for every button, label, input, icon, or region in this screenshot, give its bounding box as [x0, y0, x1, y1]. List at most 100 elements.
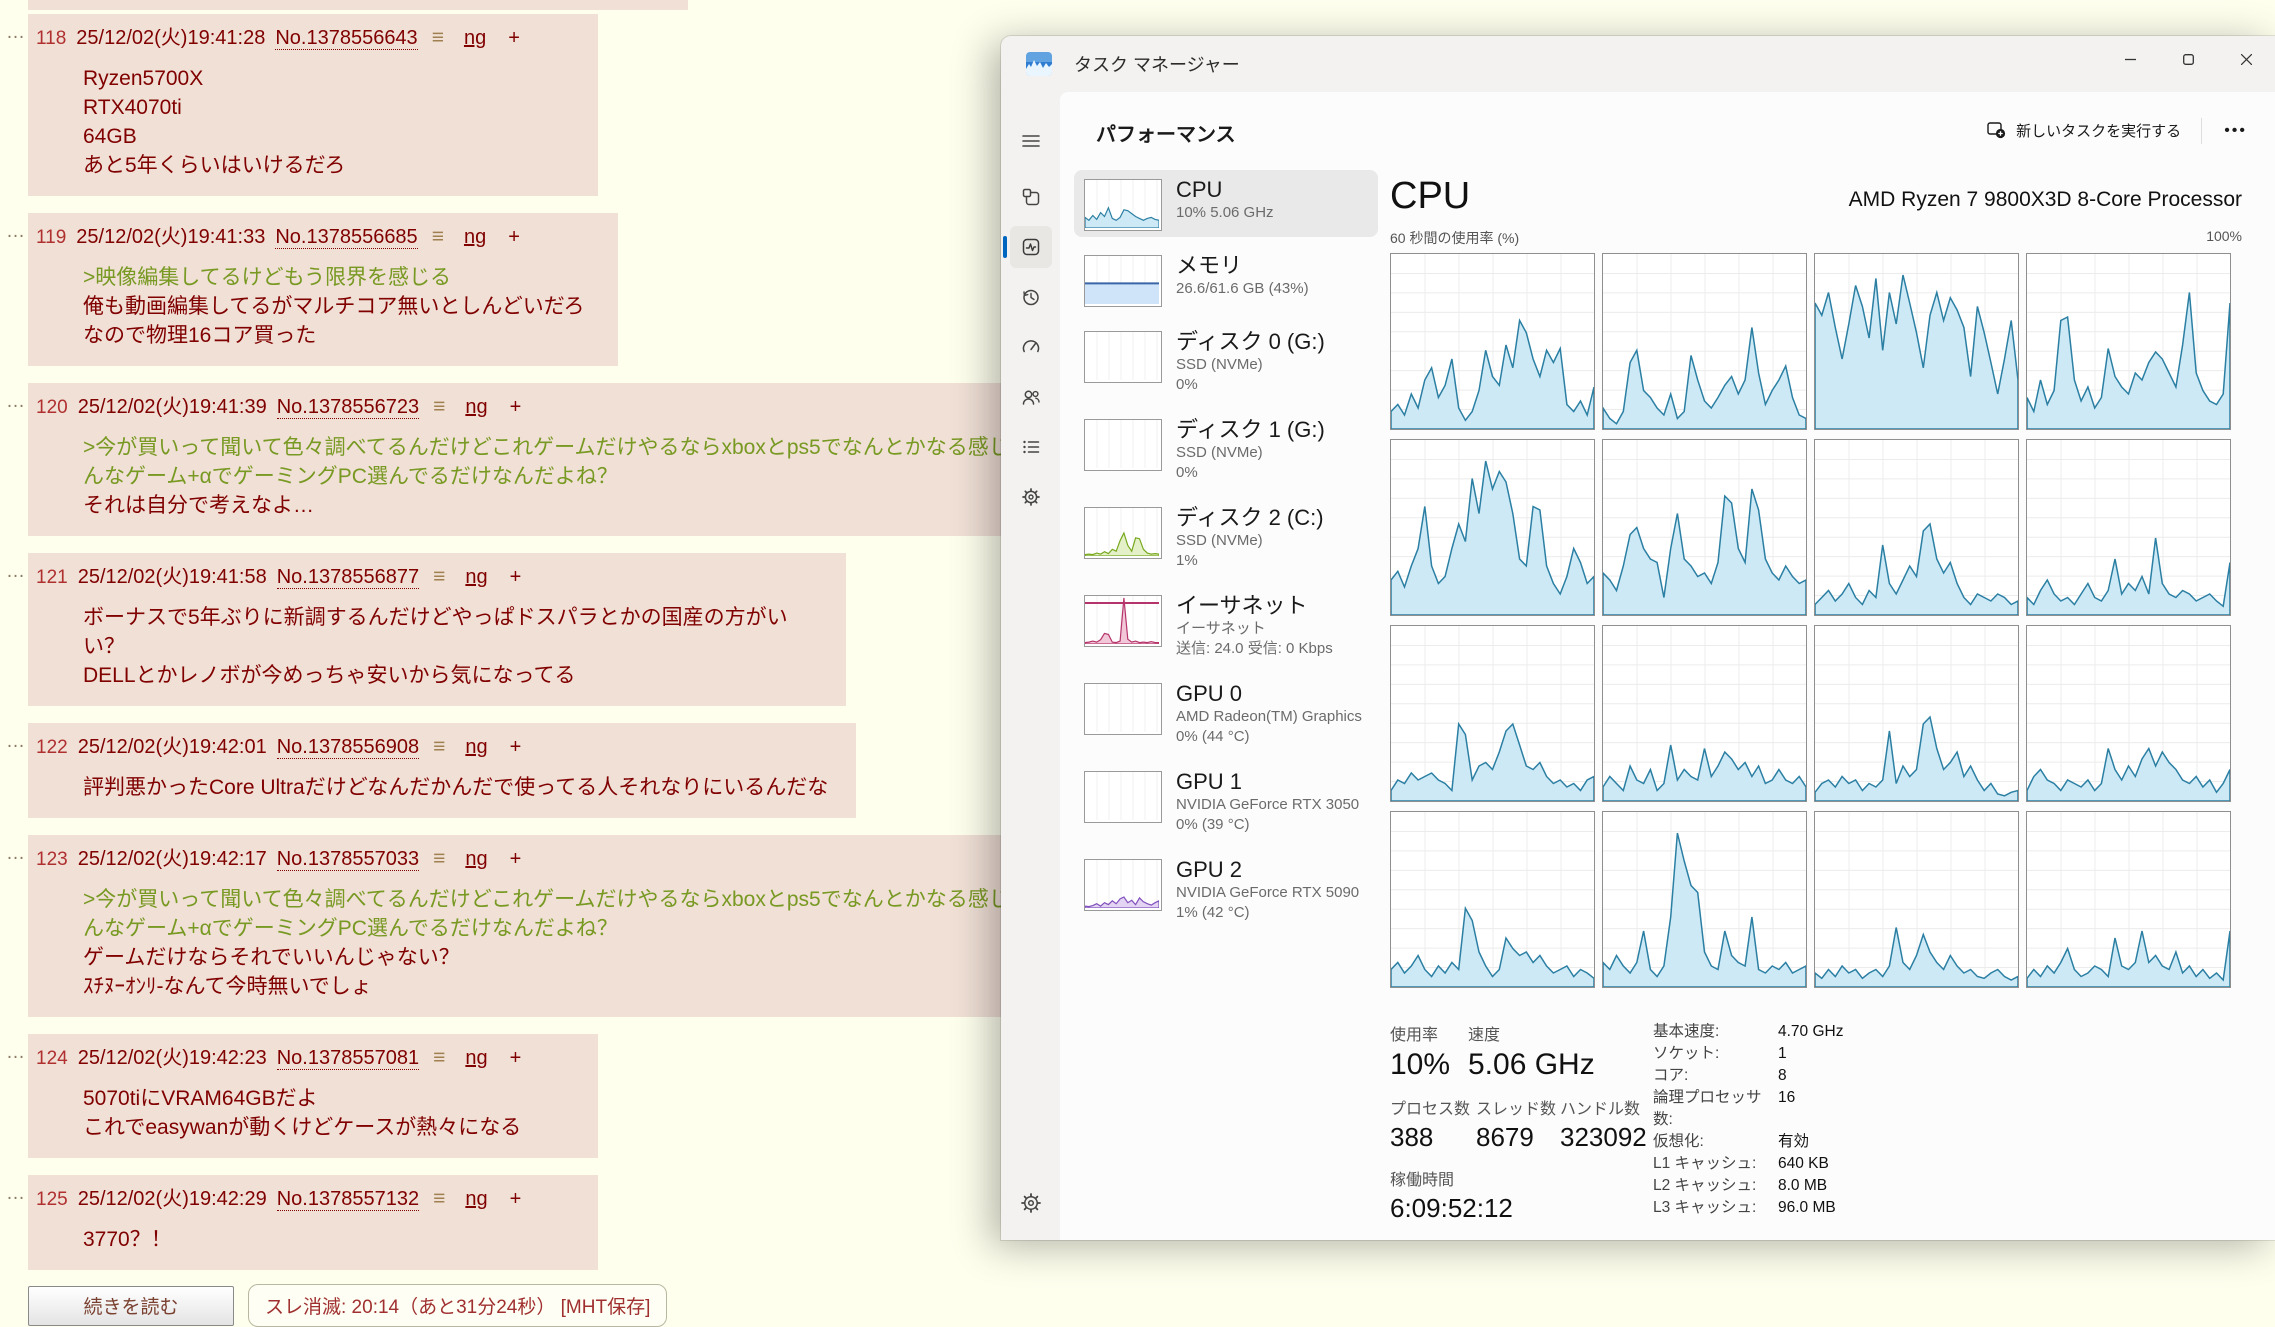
post-expand-link[interactable]: +	[508, 27, 520, 49]
post-header: 11925/12/02(火)19:41:33No.1378556685≡ng+	[36, 220, 600, 249]
post-no-link[interactable]: No.1378556908	[277, 736, 419, 759]
forum-post-118: …11825/12/02(火)19:41:28No.1378556643≡ng+…	[28, 14, 598, 196]
post-menu-dots[interactable]: …	[6, 391, 25, 413]
device-subtitle: 0% (44 °C)	[1176, 727, 1362, 747]
maximize-icon[interactable]	[2159, 36, 2217, 82]
post-no-link[interactable]: No.1378556643	[275, 27, 417, 50]
thread-expire-box: スレ消滅: 20:14（あと31分24秒） [MHT保存]	[248, 1284, 667, 1327]
previous-post-partial	[28, 0, 688, 10]
forum-post-124: …12425/12/02(火)19:42:23No.1378557081≡ng+…	[28, 1034, 598, 1158]
post-list-icon[interactable]: ≡	[433, 1046, 445, 1069]
post-list-icon[interactable]: ≡	[433, 847, 445, 870]
close-icon[interactable]	[2217, 36, 2275, 82]
post-no-link[interactable]: No.1378557132	[277, 1188, 419, 1211]
post-number: 121	[36, 567, 68, 588]
post-date: 25/12/02(火)19:42:17	[78, 848, 267, 870]
post-expand-link[interactable]: +	[510, 736, 522, 758]
axis-label-right: 100%	[2206, 228, 2242, 248]
post-ng-link[interactable]: ng	[465, 566, 487, 588]
post-menu-dots[interactable]: …	[6, 561, 25, 583]
post-ng-link[interactable]: ng	[465, 396, 487, 418]
post-list-icon[interactable]: ≡	[433, 565, 445, 588]
more-options-button[interactable]: •••	[2210, 116, 2261, 146]
post-body: Ryzen5700XRTX4070ti64GBあと5年くらいはいけるだろ	[83, 64, 580, 180]
post-number: 122	[36, 737, 68, 758]
post-list-icon[interactable]: ≡	[433, 1187, 445, 1210]
hamburger-menu-icon[interactable]	[1010, 120, 1052, 162]
device-item-メモリ[interactable]: メモリ26.6/61.6 GB (43%)	[1074, 246, 1378, 313]
device-item-ディスク-1-(g:)[interactable]: ディスク 1 (G:)SSD (NVMe)0%	[1074, 410, 1378, 489]
post-ng-link[interactable]: ng	[465, 1188, 487, 1210]
device-item-イーサネット[interactable]: イーサネットイーサネット送信: 24.0 受信: 0 Kbps	[1074, 586, 1378, 665]
run-new-task-button[interactable]: 新しいタスクを実行する	[1975, 112, 2193, 149]
device-subtitle: AMD Radeon(TM) Graphics	[1176, 707, 1362, 727]
post-menu-dots[interactable]: …	[6, 731, 25, 753]
post-date: 25/12/02(火)19:41:58	[78, 566, 267, 588]
minimize-icon[interactable]	[2101, 36, 2159, 82]
spec-value: 8	[1778, 1065, 1843, 1087]
device-item-gpu-0[interactable]: GPU 0AMD Radeon(TM) Graphics0% (44 °C)	[1074, 674, 1378, 753]
core-usage-graph-10	[1814, 625, 2019, 802]
per-core-usage-grid	[1390, 253, 2242, 988]
nav-app-history-icon[interactable]	[1010, 276, 1052, 318]
post-list-icon[interactable]: ≡	[433, 735, 445, 758]
post-expand-link[interactable]: +	[510, 1047, 522, 1069]
spec-value: 有効	[1778, 1131, 1843, 1153]
cpu-detail-panel: CPU AMD Ryzen 7 9800X3D 8-Core Processor…	[1390, 176, 2242, 1211]
post-text-line: Ryzen5700X	[83, 64, 580, 93]
post-list-icon[interactable]: ≡	[432, 26, 444, 49]
post-number: 124	[36, 1048, 68, 1069]
post-menu-dots[interactable]: …	[6, 843, 25, 865]
post-ng-link[interactable]: ng	[464, 27, 486, 49]
post-expand-link[interactable]: +	[510, 566, 522, 588]
spec-value: 640 KB	[1778, 1153, 1843, 1175]
device-item-ディスク-0-(g:)[interactable]: ディスク 0 (G:)SSD (NVMe)0%	[1074, 322, 1378, 401]
post-no-link[interactable]: No.1378556685	[275, 226, 417, 249]
post-ng-link[interactable]: ng	[464, 226, 486, 248]
read-more-button[interactable]: 続きを読む	[28, 1286, 234, 1326]
nav-services-icon[interactable]	[1010, 476, 1052, 518]
nav-performance-icon[interactable]	[1010, 226, 1052, 268]
nav-users-icon[interactable]	[1010, 376, 1052, 418]
device-thumbnail-chart	[1084, 683, 1162, 735]
settings-gear-icon[interactable]	[1010, 1182, 1052, 1224]
title-bar[interactable]: タスク マネージャー	[1001, 36, 2275, 92]
post-no-link[interactable]: No.1378556723	[277, 396, 419, 419]
post-list-icon[interactable]: ≡	[433, 395, 445, 418]
post-menu-dots[interactable]: …	[6, 1042, 25, 1064]
mht-save-link[interactable]: [MHT保存]	[561, 1297, 651, 1318]
post-menu-dots[interactable]: …	[6, 1183, 25, 1205]
post-list-icon[interactable]: ≡	[432, 225, 444, 248]
device-item-ディスク-2-(c:)[interactable]: ディスク 2 (C:)SSD (NVMe)1%	[1074, 498, 1378, 577]
post-expand-link[interactable]: +	[510, 848, 522, 870]
post-no-link[interactable]: No.1378557033	[277, 848, 419, 871]
spec-value: 4.70 GHz	[1778, 1021, 1843, 1043]
nav-details-icon[interactable]	[1010, 426, 1052, 468]
cpu-heading: CPU	[1390, 176, 1470, 216]
device-thumbnail-chart	[1084, 255, 1162, 307]
post-no-link[interactable]: No.1378557081	[277, 1047, 419, 1070]
post-menu-dots[interactable]: …	[6, 22, 25, 44]
post-ng-link[interactable]: ng	[465, 736, 487, 758]
device-item-cpu[interactable]: CPU10% 5.06 GHz	[1074, 170, 1378, 237]
device-subtitle: 26.6/61.6 GB (43%)	[1176, 279, 1309, 299]
device-item-gpu-1[interactable]: GPU 1NVIDIA GeForce RTX 30500% (39 °C)	[1074, 762, 1378, 841]
stat-速度: 速度5.06 GHz	[1468, 1021, 1595, 1082]
device-item-gpu-2[interactable]: GPU 2NVIDIA GeForce RTX 50901% (42 °C)	[1074, 850, 1378, 929]
core-usage-graph-12	[1390, 811, 1595, 988]
post-no-link[interactable]: No.1378556877	[277, 566, 419, 589]
post-expand-link[interactable]: +	[508, 226, 520, 248]
device-title: ディスク 1 (G:)	[1176, 416, 1325, 443]
spec-label: L2 キャッシュ:	[1653, 1175, 1778, 1197]
nav-processes-icon[interactable]	[1010, 176, 1052, 218]
nav-startup-apps-icon[interactable]	[1010, 326, 1052, 368]
post-ng-link[interactable]: ng	[465, 848, 487, 870]
cpu-spec-table: 基本速度:4.70 GHzソケット:1コア:8論理プロセッサ数:16仮想化:有効…	[1653, 1021, 1843, 1219]
post-ng-link[interactable]: ng	[465, 1047, 487, 1069]
post-date: 25/12/02(火)19:41:28	[76, 27, 265, 49]
device-thumbnail-chart	[1084, 331, 1162, 383]
post-expand-link[interactable]: +	[510, 396, 522, 418]
post-menu-dots[interactable]: …	[6, 221, 25, 243]
spec-value: 96.0 MB	[1778, 1197, 1843, 1219]
post-expand-link[interactable]: +	[510, 1188, 522, 1210]
